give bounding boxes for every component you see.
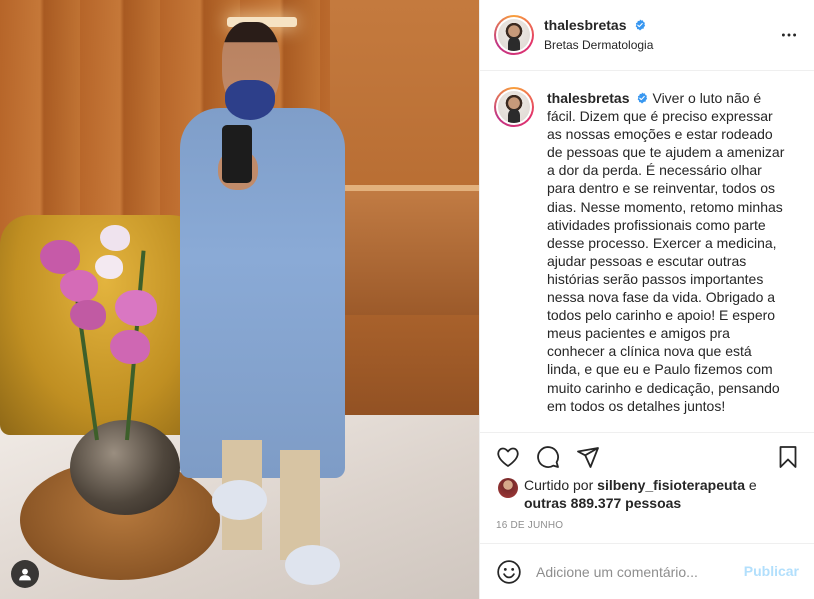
- heart-icon: [497, 447, 519, 467]
- photo-orchid-flower: [60, 270, 98, 302]
- photo-orchid-flower: [95, 255, 123, 279]
- header-location[interactable]: Bretas Dermatologia: [544, 38, 653, 52]
- post-header: thalesbretas Bretas Dermatologia: [480, 0, 814, 71]
- caption-username[interactable]: thalesbretas: [547, 90, 629, 106]
- likes-prefix: Curtido por: [524, 477, 594, 493]
- photo-orchid-flower: [110, 330, 150, 364]
- caption-area[interactable]: thalesbretas Viver o luto não é fácil. D…: [480, 71, 814, 433]
- verified-badge-icon: [635, 19, 646, 31]
- photo-phone: [222, 125, 252, 183]
- post-date[interactable]: 16 DE JUNHO: [496, 520, 563, 531]
- photo-orchid-flower: [70, 300, 106, 330]
- likes-count-link[interactable]: outras 889.377 pessoas: [524, 495, 681, 511]
- photo-person-leg: [280, 450, 320, 560]
- caption-text: Viver o luto não é fácil. Dizem que é pr…: [547, 90, 785, 414]
- emoji-button[interactable]: [496, 559, 522, 585]
- more-options-button[interactable]: [779, 25, 799, 45]
- more-options-icon: [781, 33, 797, 37]
- save-button[interactable]: [774, 443, 802, 471]
- verified-badge-icon: [638, 92, 648, 104]
- avatar[interactable]: [494, 87, 534, 127]
- user-tag-button[interactable]: [11, 560, 39, 588]
- post-actions: [480, 433, 814, 479]
- photo-person-gown: [180, 108, 345, 478]
- header-user: thalesbretas: [544, 17, 646, 35]
- photo-shoe-cover: [285, 545, 340, 585]
- photo-orchid-flower: [40, 240, 80, 274]
- share-icon: [577, 447, 599, 468]
- bookmark-icon: [779, 446, 797, 468]
- emoji-icon: [497, 560, 521, 584]
- photo-reception-counter: [335, 185, 479, 315]
- post-photo[interactable]: [0, 0, 479, 599]
- user-tag-icon: [19, 568, 31, 581]
- comment-input[interactable]: [536, 561, 736, 583]
- avatar[interactable]: [494, 15, 534, 55]
- like-button[interactable]: [494, 443, 522, 471]
- photo-face-mask: [225, 80, 275, 120]
- comment-button[interactable]: [534, 443, 562, 471]
- publish-button[interactable]: Publicar: [744, 563, 799, 579]
- liker-username[interactable]: silbeny_fisioterapeuta: [597, 477, 745, 493]
- photo-shoe-cover: [212, 480, 267, 520]
- avatar[interactable]: [498, 478, 518, 498]
- post-caption: thalesbretas Viver o luto não é fácil. D…: [547, 89, 787, 415]
- comment-icon: [537, 446, 559, 468]
- photo-orchid-flower: [115, 290, 157, 326]
- share-button[interactable]: [574, 443, 602, 471]
- photo-orchid-flower: [100, 225, 130, 251]
- likes-conjunction: e: [748, 477, 757, 493]
- header-username[interactable]: thalesbretas: [544, 17, 626, 33]
- comment-form: Publicar: [480, 543, 814, 599]
- post-side-panel: thalesbretas Bretas Dermatologia thalesb…: [479, 0, 814, 599]
